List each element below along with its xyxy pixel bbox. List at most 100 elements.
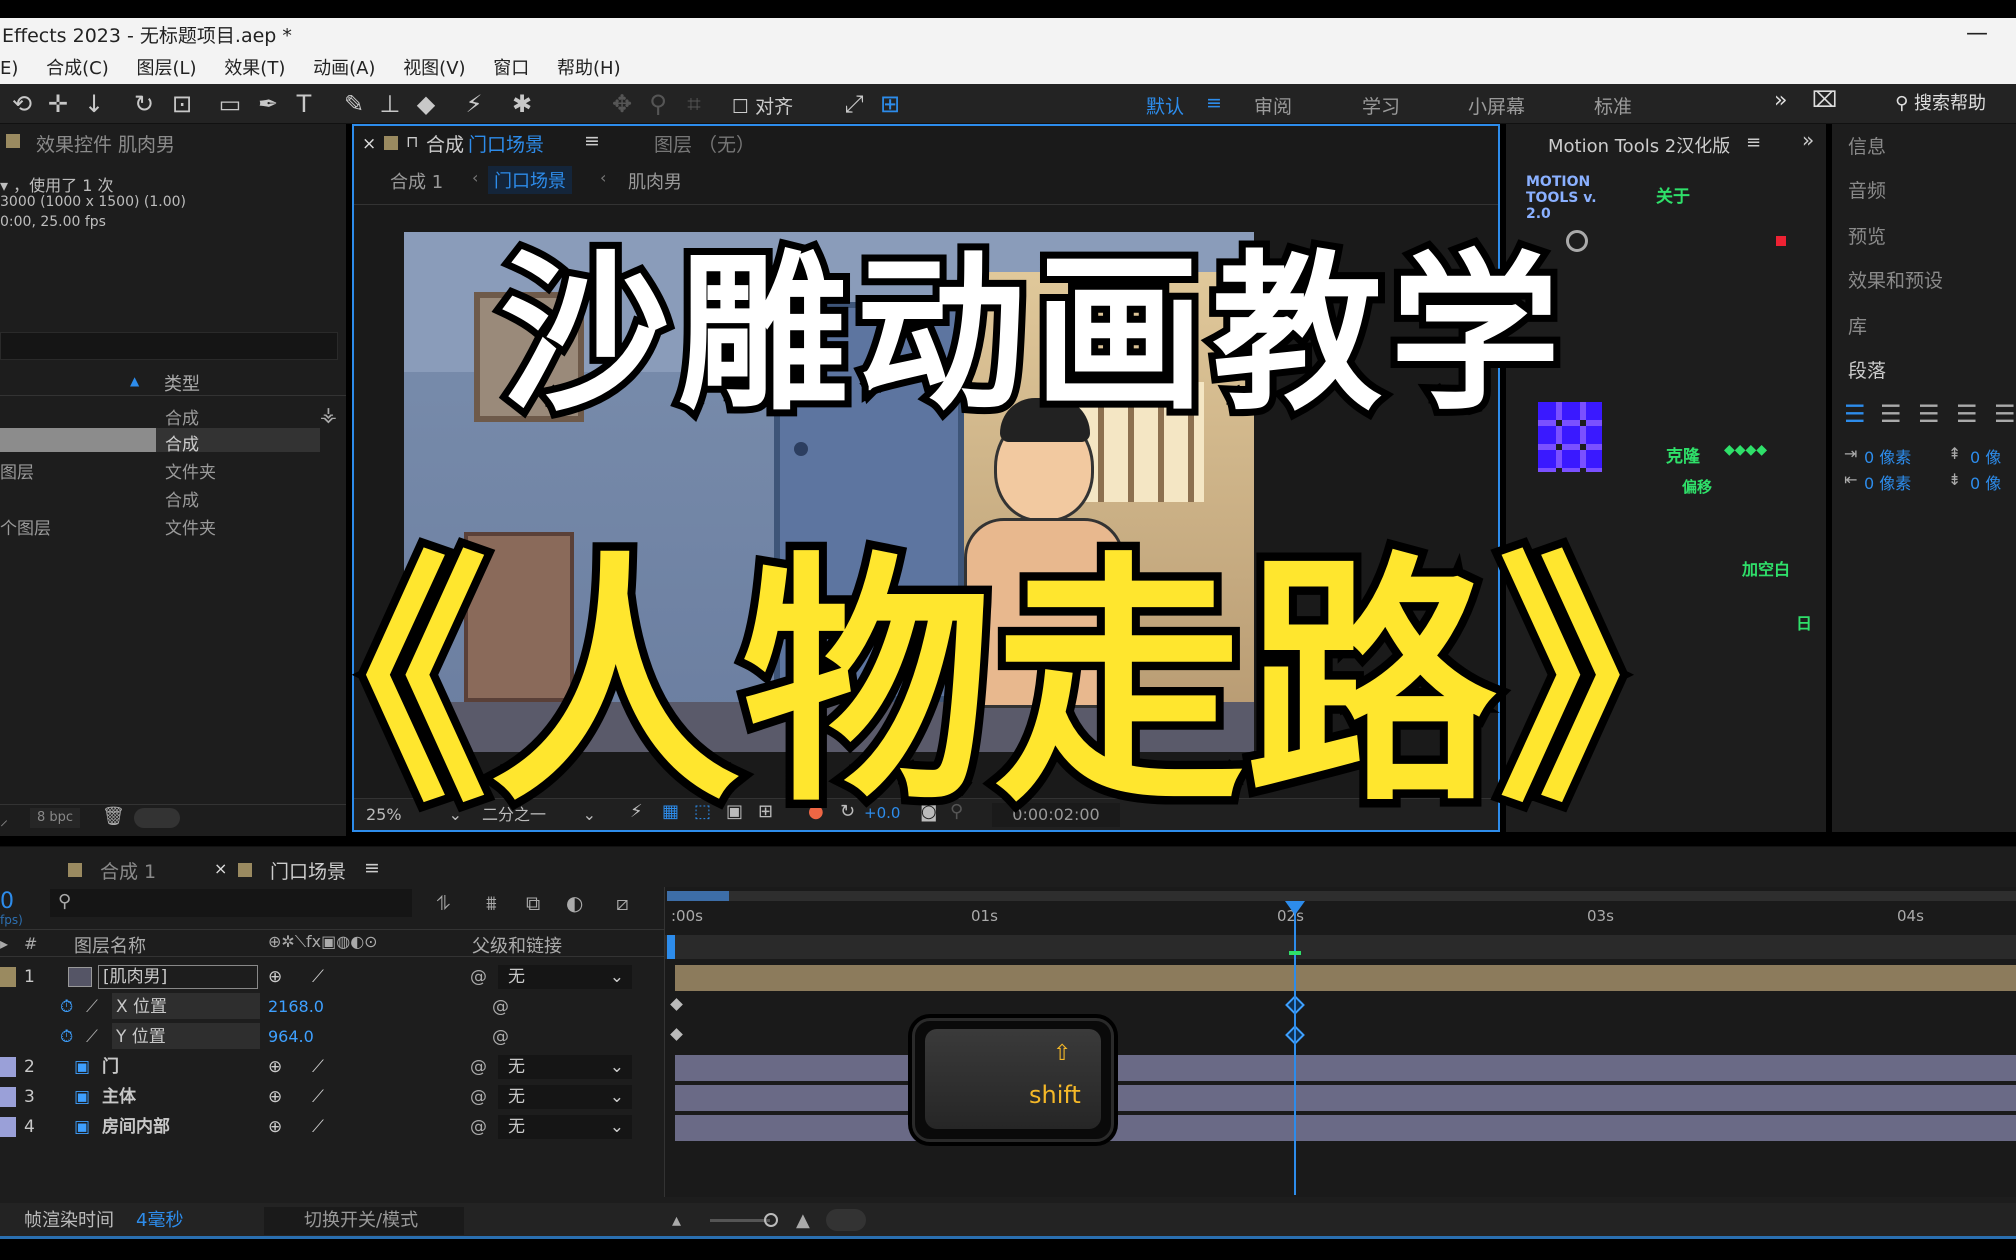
project-item-name[interactable]: 个图层 [0,514,51,539]
orbit-icon[interactable]: ⟲ [8,90,36,118]
menu-animation[interactable]: 动画(A) [313,54,375,84]
align-circle-icon[interactable] [1566,230,1588,252]
bpc-button[interactable]: 8 bpc [30,808,80,828]
shy-switch-icon[interactable]: ⊕ [268,1113,282,1141]
layer-search-input[interactable]: ⚲ [50,889,412,917]
effect-controls-title[interactable]: 效果控件 肌肉男 [36,130,175,157]
justify-icon[interactable]: ☰ [1956,400,1978,428]
property-row[interactable]: ⏱ ⟋ Y 位置 964.0 @ [0,1023,664,1051]
navigator-toggle[interactable] [826,1209,866,1231]
graph-icon[interactable]: ⟋ [86,1023,98,1051]
panel-menu-icon[interactable]: ≡ [1746,132,1761,153]
camera-icon[interactable]: ⊡ [168,90,196,118]
workspace-default[interactable]: 默认 [1146,92,1184,119]
space-after-value[interactable]: 0 像 [1970,470,2001,494]
pen-icon[interactable]: ✒ [254,90,282,118]
libraries-tab[interactable]: 库 [1848,312,1867,339]
breadcrumb-door-scene[interactable]: 门口场景 [488,166,572,194]
parent-dropdown[interactable]: 无 ⌄ [498,1115,632,1139]
property-value[interactable]: 2168.0 [268,993,324,1021]
sync-settings-icon[interactable]: ⌧ [1812,88,1837,113]
frame-blending-icon[interactable]: ⧉ [526,891,540,915]
flowchart-icon[interactable]: ⚶ [320,402,337,426]
pickwhip-icon[interactable]: @ [470,1113,487,1141]
clone-button[interactable]: 克隆 [1666,442,1700,467]
timeline-tab-comp1[interactable]: 合成 1 [100,857,156,884]
layer-name[interactable]: 房间内部 [102,1113,170,1141]
search-help[interactable]: ⚲ 搜索帮助 [1895,90,1986,118]
space-before-value[interactable]: 0 像 [1970,444,2001,468]
layer-bar-muscle-man[interactable] [675,965,2016,991]
pickwhip-icon[interactable]: @ [470,1053,487,1081]
preview-panel-tab[interactable]: 预览 [1848,222,1886,249]
menu-view[interactable]: 视图(V) [403,54,465,84]
graph-icon[interactable]: ⟋ [86,993,98,1021]
pickwhip-icon[interactable]: @ [492,1023,509,1051]
workspace-standard[interactable]: 标准 [1594,92,1632,119]
layer-row[interactable]: 2 ▣ 门 ⊕ ⟋ @ 无 ⌄ [0,1053,664,1081]
minimize-button[interactable]: — [1966,18,1988,50]
layer-tab[interactable]: 图层 （无） [654,130,755,157]
view-axis-icon[interactable]: ⌗ [680,90,708,118]
layer-bar-door[interactable] [675,1055,2016,1081]
tab-close-icon[interactable]: × [362,134,376,154]
rectangle-icon[interactable]: ▭ [216,90,244,118]
motion-tools-title[interactable]: Motion Tools 2汉化版 [1548,132,1730,158]
workspace-small-screen[interactable]: 小屏幕 [1468,92,1525,119]
zoom-slider-handle[interactable] [764,1213,778,1227]
menu-effect[interactable]: 效果(T) [224,54,285,84]
breadcrumb-comp1[interactable]: 合成 1 [390,168,443,194]
layer-row[interactable]: 1 [肌肉男] ⊕ ⟋ @ 无 ⌄ [0,963,664,991]
paragraph-panel-tab[interactable]: 段落 [1848,356,1886,383]
project-item-type[interactable]: 合成 [165,404,199,429]
justify-all-icon[interactable]: ☰ [1994,400,2016,428]
project-search-input[interactable] [0,332,338,360]
clone-stamp-icon[interactable]: ⊥ [376,90,404,118]
audio-panel-tab[interactable]: 音频 [1848,176,1886,203]
layer-name[interactable]: 主体 [102,1083,136,1111]
panel-expand-icon[interactable]: » [1802,128,1814,152]
parent-dropdown[interactable]: 无 ⌄ [498,965,632,989]
layer-bar-body[interactable] [675,1085,2016,1111]
shy-layers-icon[interactable]: ⩩ [486,891,497,915]
layer-name[interactable]: 门 [102,1053,119,1081]
property-value[interactable]: 964.0 [268,1023,314,1051]
workspace-menu-icon[interactable]: ≡ [1206,92,1222,114]
align-right-icon[interactable]: ☰ [1918,400,1940,428]
roto-brush-icon[interactable]: ⚡ [460,90,488,118]
thumbnail-toggle[interactable] [134,808,180,828]
world-axis-icon[interactable]: ⚲ [644,90,672,118]
toggle-modes-button[interactable]: 切换开关/模式 [264,1207,464,1235]
quality-switch-icon[interactable]: ⟋ [312,1083,324,1111]
in-point-marker[interactable] [667,935,675,959]
stopwatch-icon[interactable]: ⏱ [60,993,73,1021]
tab-menu-icon[interactable]: ≡ [364,857,380,879]
puppet-pin-icon[interactable]: ✱ [508,90,536,118]
col-parent[interactable]: 父级和链接 [472,932,562,958]
indent-left-value[interactable]: 0 像素 [1864,444,1911,468]
pan-icon[interactable]: ✛ [44,90,72,118]
menu-help[interactable]: 帮助(H) [557,54,621,84]
project-item-selected[interactable] [0,428,156,452]
graph-editor-icon[interactable]: ⧄ [616,891,629,915]
tab-close-icon[interactable]: × [214,859,227,878]
comp-mini-flowchart-icon[interactable]: ⥮ [436,891,451,915]
quality-switch-icon[interactable]: ⟋ [312,963,324,991]
shy-switch-icon[interactable]: ⊕ [268,1053,282,1081]
layer-row[interactable]: 4 ▣ 房间内部 ⊕ ⟋ @ 无 ⌄ [0,1113,664,1141]
local-axis-icon[interactable]: ✥ [608,90,636,118]
tab-menu-icon[interactable]: ≡ [584,130,600,152]
rotate-icon[interactable]: ↻ [130,90,158,118]
zoom-out-icon[interactable]: ▴ [672,1203,681,1239]
menu-layer[interactable]: 图层(L) [137,54,197,84]
quality-switch-icon[interactable]: ⟋ [312,1113,324,1141]
align-left-icon[interactable]: ☰ [1844,400,1866,428]
flowchart-small-icon[interactable]: ⸝ [0,808,8,830]
project-item-name[interactable]: 图层 [0,458,34,483]
keyframe[interactable] [670,1028,683,1041]
workspace-more[interactable]: » [1774,88,1787,113]
about-button[interactable]: 关于 [1656,182,1690,207]
trash-icon[interactable]: 🗑 [102,806,125,827]
record-icon[interactable] [1776,236,1786,246]
project-item-type[interactable]: 合成 [165,430,199,455]
